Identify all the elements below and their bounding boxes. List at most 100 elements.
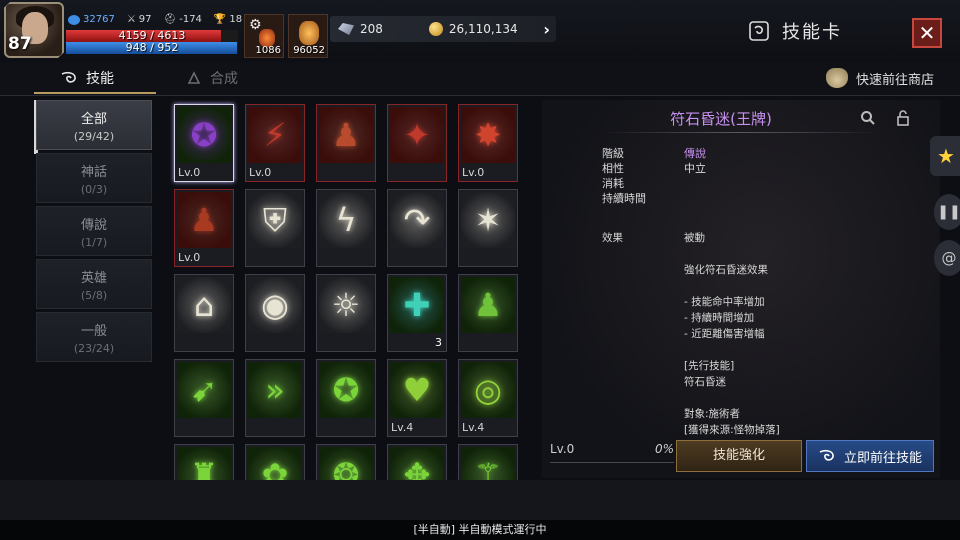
green-rune-icon: ✪ — [319, 362, 373, 418]
skill-card[interactable]: ✸ Lv.0 — [458, 104, 518, 182]
crystal-value: 208 — [360, 22, 383, 36]
skill-card[interactable]: ✥ — [387, 444, 447, 480]
skill-card[interactable]: ♟ — [316, 104, 376, 182]
card-glyph: ♟ — [473, 286, 503, 324]
card-glyph: ☼ — [331, 286, 361, 324]
tab-synthesis[interactable]: 合成 — [186, 68, 238, 88]
cost-row: 消耗 — [602, 176, 706, 191]
cost-label: 消耗 — [602, 177, 624, 190]
category-list: 全部 (29/42) 神話 (0/3) 傳說 (1/7) 英雄 (5/8) 一般… — [36, 100, 152, 365]
category-name: 傳說 — [80, 218, 107, 233]
detail-actions — [860, 110, 910, 130]
skill-card[interactable]: ➹ — [174, 359, 234, 437]
category-count: (5/8) — [80, 289, 108, 302]
skill-card[interactable]: ♟ — [458, 274, 518, 352]
category-heroic[interactable]: 英雄 (5/8) — [36, 259, 152, 309]
card-glyph: ✚ — [403, 286, 431, 324]
skill-card[interactable]: ♥ Lv.4 — [387, 359, 447, 437]
category-name: 一般 — [80, 324, 107, 339]
tab-skills[interactable]: 技能 — [34, 68, 156, 94]
effect-line: - 技能命中率增加 — [684, 296, 765, 308]
character-level: 87 — [8, 34, 32, 54]
skill-card[interactable]: ⚚ — [458, 444, 518, 480]
quick-shop-link[interactable]: 快速前往商店 — [825, 68, 934, 88]
effect-line — [684, 390, 904, 406]
favorite-side-button[interactable]: ★ — [930, 136, 960, 176]
card-glyph: ✥ — [403, 456, 431, 480]
affinity-value: 中立 — [684, 162, 706, 175]
category-all[interactable]: 全部 (29/42) — [36, 100, 152, 150]
progress-line — [550, 462, 674, 463]
skill-name: 符石昏迷(王牌) — [670, 110, 772, 128]
skill-card[interactable]: ✿ — [245, 444, 305, 480]
crystal-currency: 208 — [338, 22, 383, 36]
skill-card[interactable]: ✶ — [458, 189, 518, 267]
skill-card[interactable]: ↷ — [387, 189, 447, 267]
quick-shop-label: 快速前往商店 — [855, 72, 934, 88]
potion-slot-2[interactable]: 96052 — [288, 14, 328, 58]
effect-line: 對象:施術者 — [684, 408, 741, 420]
effect-lines: 強化符石昏迷效果 - 技能命中率增加 - 持續時間增加 - 近距離傷害增幅 [先行技能]… — [684, 246, 904, 438]
sword-icon: ⚔ — [126, 14, 136, 25]
card-glyph: ✦ — [403, 116, 431, 154]
money-bag-icon — [825, 68, 848, 88]
skill-card[interactable]: ◎ Lv.4 — [458, 359, 518, 437]
skill-card[interactable]: ✚ 3 — [387, 274, 447, 352]
skill-card[interactable]: ♟ Lv.0 — [174, 189, 234, 267]
swirl-icon: @ — [941, 249, 957, 267]
bottom-band — [0, 480, 960, 520]
skill-card[interactable]: ☼ — [316, 274, 376, 352]
card-level: Lv.0 — [249, 166, 272, 179]
skill-card[interactable]: » — [245, 359, 305, 437]
skill-card[interactable]: ⛨ — [245, 189, 305, 267]
category-normal[interactable]: 一般 (23/24) — [36, 312, 152, 362]
enhance-progress: Lv.0 0% — [550, 442, 674, 456]
skill-card[interactable]: ϟ — [316, 189, 376, 267]
attack-stat: ⚔ 97 — [127, 14, 152, 25]
card-grid: ✪ Lv.0 ⚡ Lv.0 ♟ ✦ ✸ Lv.0 ♟ Lv.0 ⛨ ϟ ↷ ✶ ⌂ ◉ ☼ ✚ 3 ♟ ➹» ✪ ♥ Lv.4… — [166, 100, 536, 480]
gold-coin-icon — [428, 22, 443, 36]
red-body-icon: ♟ — [319, 107, 373, 163]
defense-stat: ⛑ -174 — [164, 14, 202, 25]
skill-card[interactable]: ✦ — [387, 104, 447, 182]
skill-card[interactable]: ✪ — [316, 359, 376, 437]
swirl-side-button[interactable]: @ — [934, 240, 960, 276]
skill-card[interactable]: ✪ Lv.0 — [174, 104, 234, 182]
green-runner-icon: ➹ — [177, 362, 231, 418]
card-count: 3 — [435, 336, 442, 349]
goto-skill-button[interactable]: 立即前往技能 — [806, 440, 934, 472]
category-name: 全部 — [80, 112, 107, 127]
star-icon: ★ — [937, 144, 955, 168]
green-crowd-icon: ♜ — [177, 447, 231, 480]
tab-skills-label: 技能 — [86, 71, 114, 87]
page-header: 技能卡 — [748, 18, 842, 44]
lock-icon[interactable] — [896, 110, 910, 130]
potion-slot-1[interactable]: ⚙ 1086 — [244, 14, 284, 58]
top-hud: 87 32767 ⚔ 97 ⛑ -174 🏆 18 ▼ 4159 / 4613 … — [0, 0, 960, 62]
effect-line: 強化符石昏迷效果 — [684, 264, 768, 276]
green-staff-icon: ⚚ — [461, 447, 515, 480]
enhance-skill-button[interactable]: 技能強化 — [676, 440, 802, 472]
green-heart-icon: ♥ — [390, 362, 444, 418]
skill-card[interactable]: ◉ — [245, 274, 305, 352]
card-glyph: ✸ — [474, 116, 502, 154]
close-button[interactable]: ✕ — [912, 18, 942, 48]
affinity-label: 相性 — [602, 162, 624, 175]
rune-purple-icon: ✪ — [177, 107, 231, 163]
skill-card[interactable]: ⚡ Lv.0 — [245, 104, 305, 182]
category-legendary[interactable]: 傳說 (1/7) — [36, 206, 152, 256]
star-burst-icon: ✶ — [461, 192, 515, 248]
potion1-count: 1086 — [255, 45, 281, 56]
chevron-right-icon[interactable]: › — [543, 20, 550, 39]
skill-card[interactable]: ♜ — [174, 444, 234, 480]
teal-sword-icon: ✚ — [390, 277, 444, 333]
skill-card[interactable]: ❂ — [316, 444, 376, 480]
skill-card[interactable]: ⌂ — [174, 274, 234, 352]
category-mythic[interactable]: 神話 (0/3) — [36, 153, 152, 203]
search-icon[interactable] — [860, 110, 876, 130]
currency-bar: 208 26,110,134 › — [330, 16, 556, 42]
tab-bar: 技能 合成 快速前往商店 — [0, 62, 960, 96]
skill-card-icon — [749, 21, 769, 41]
pause-side-button[interactable]: ❚❚ — [934, 194, 960, 230]
effect-section: 效果 被動 強化符石昏迷效果 - 技能命中率增加 - 持續時間增加 - 近距離傷害增幅… — [602, 230, 904, 438]
